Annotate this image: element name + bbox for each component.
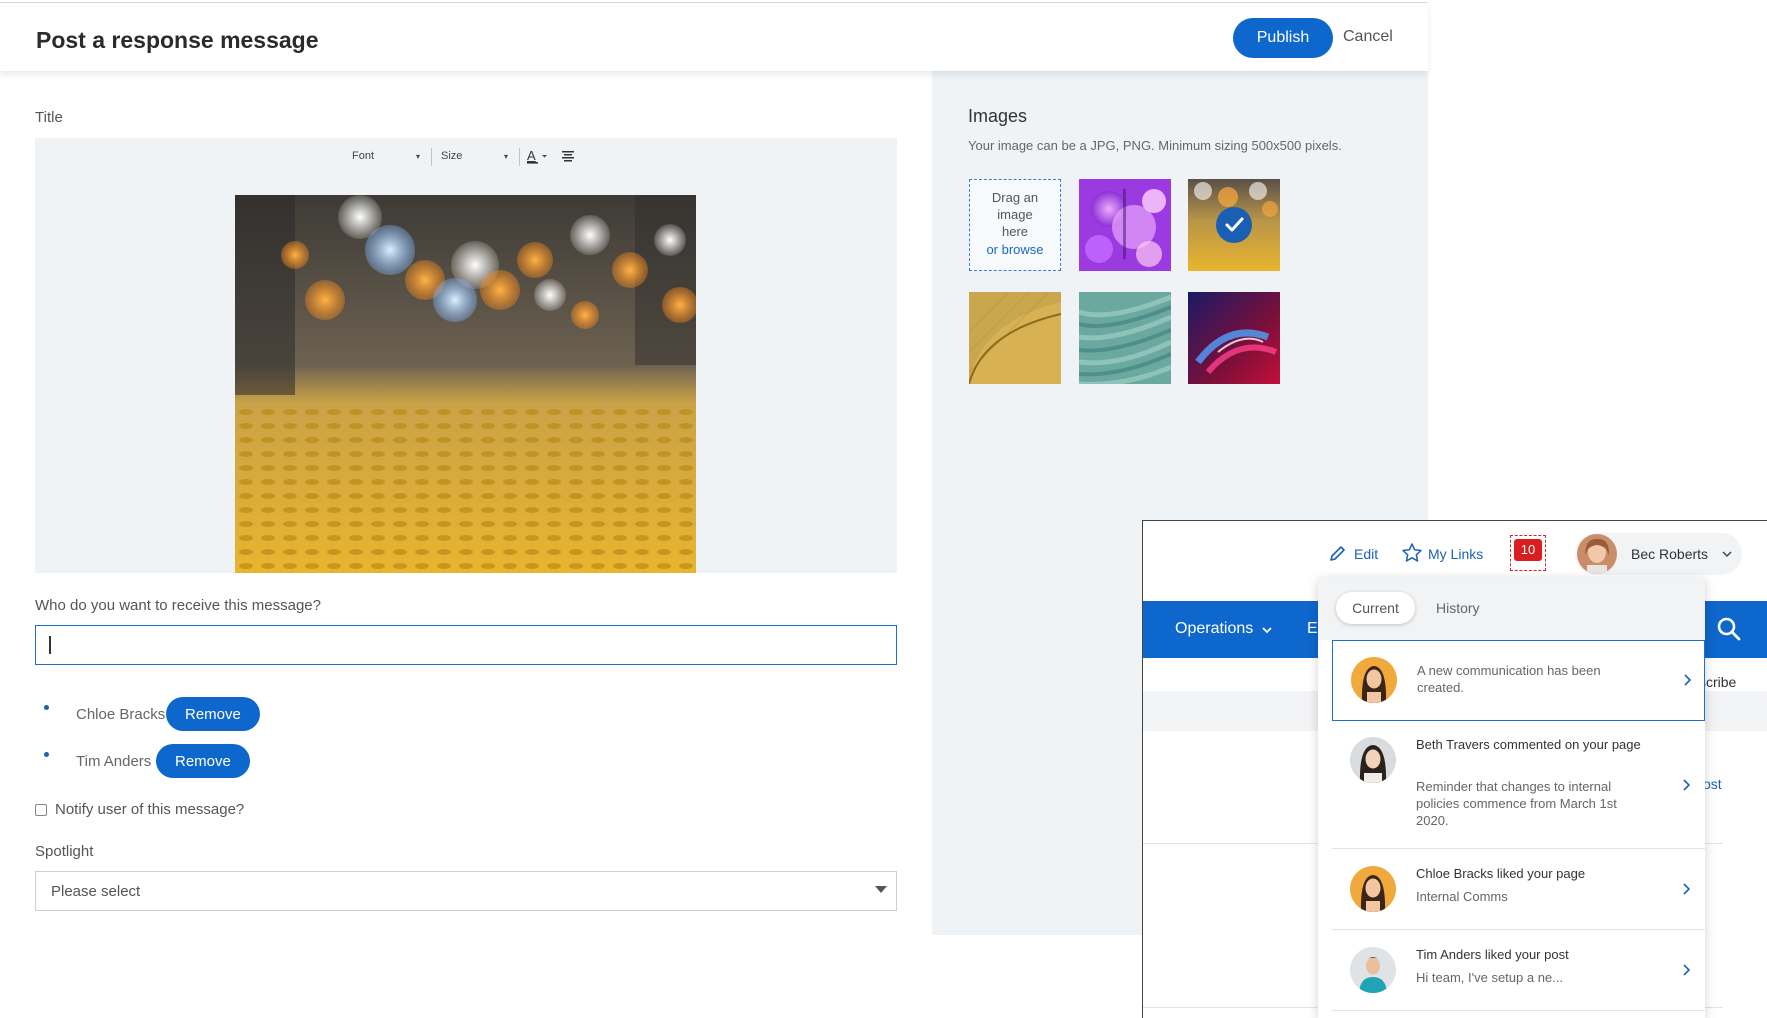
check-icon: [1216, 207, 1252, 243]
images-title: Images: [968, 106, 1028, 126]
notification-count-badge: 10: [1514, 539, 1542, 561]
notification-title: Beth Travers commented on your page: [1416, 737, 1641, 752]
chevron-down-icon: [1721, 547, 1733, 565]
svg-text:A: A: [527, 148, 536, 163]
spotlight-select[interactable]: Please select: [35, 871, 897, 911]
chevron-right-icon: [1680, 882, 1692, 901]
avatar: [1351, 657, 1397, 703]
notify-label: Notify user of this message?: [55, 801, 245, 818]
recipient-name: Tim Anders: [76, 753, 152, 770]
tab-history[interactable]: History: [1436, 592, 1496, 624]
edit-icon[interactable]: [1328, 543, 1348, 566]
notify-checkbox[interactable]: [35, 804, 47, 816]
toolbar-separator: [431, 148, 432, 166]
notification-item[interactable]: Beth Travers commented on your page Remi…: [1332, 721, 1705, 849]
size-caret-icon: ▾: [504, 152, 509, 161]
dropdown-arrow-icon: [875, 886, 887, 893]
align-center-icon[interactable]: [561, 149, 575, 168]
font-caret-icon: ▾: [416, 152, 421, 161]
post-link[interactable]: ost: [1703, 776, 1722, 792]
notification-item[interactable]: Chloe Bracks liked your page Internal Co…: [1332, 849, 1705, 930]
browse-link[interactable]: or browse: [970, 241, 1060, 258]
images-hint: Your image can be a JPG, PNG. Minimum si…: [968, 138, 1342, 153]
notification-item[interactable]: A new communication has been created.: [1332, 640, 1705, 721]
drop-text: here: [1001, 224, 1029, 239]
publish-button[interactable]: Publish: [1233, 18, 1333, 58]
size-dropdown[interactable]: Size: [441, 150, 462, 162]
chevron-right-icon: [1680, 963, 1692, 982]
user-name: Bec Roberts: [1631, 546, 1709, 562]
title-field-label: Title: [35, 109, 63, 126]
notification-body: A new communication has been created.: [1417, 663, 1601, 695]
image-thumbnail-gold[interactable]: [969, 292, 1061, 384]
notification-title: Tim Anders liked your post: [1416, 947, 1569, 962]
font-dropdown[interactable]: Font: [352, 150, 374, 162]
spotlight-selected-value: Please select: [51, 883, 141, 900]
cancel-button[interactable]: Cancel: [1343, 28, 1393, 46]
notifications-dropdown: Current History A new communication has …: [1318, 578, 1705, 1018]
notification-item[interactable]: Tim Anders liked your post Hi team, I've…: [1332, 930, 1705, 1011]
notification-body: Hi team, I've setup a ne...: [1416, 970, 1563, 985]
editor-header: Post a response message Publish Cancel: [0, 3, 1428, 71]
search-icon[interactable]: [1716, 616, 1742, 647]
bokeh-street-image: [235, 195, 696, 573]
image-thumbnail-teal[interactable]: [1079, 292, 1171, 384]
text-cursor: [49, 636, 51, 654]
notification-bell-button[interactable]: 10: [1510, 535, 1546, 571]
avatar: [1350, 947, 1396, 993]
notification-body: Internal Comms: [1416, 889, 1508, 904]
image-thumbnail-purple[interactable]: [1079, 179, 1171, 271]
editor-toolbar: Font ▾ Size ▾ A: [35, 138, 897, 174]
nav-item-partial[interactable]: E: [1307, 620, 1318, 638]
avatar: [1350, 737, 1396, 783]
user-menu[interactable]: Bec Roberts: [1575, 533, 1742, 575]
bullet: [44, 705, 49, 710]
image-thumbnail-selected[interactable]: [1188, 179, 1280, 271]
recipient-question-label: Who do you want to receive this message?: [35, 597, 321, 614]
image-drop-zone[interactable]: Drag an image here or browse: [969, 179, 1061, 271]
drop-text: image: [997, 207, 1033, 222]
avatar: [1577, 534, 1617, 574]
remove-recipient-button[interactable]: Remove: [156, 744, 250, 778]
toolbar-separator: [519, 148, 520, 166]
star-icon[interactable]: [1401, 542, 1423, 569]
edit-link[interactable]: Edit: [1354, 546, 1378, 562]
chevron-right-icon: [1681, 673, 1693, 692]
my-links-link[interactable]: My Links: [1428, 546, 1483, 562]
nav-item-operations[interactable]: Operations: [1175, 620, 1253, 638]
tab-current[interactable]: Current: [1336, 592, 1415, 624]
chevron-right-icon: [1680, 778, 1692, 797]
image-thumbnail-neon[interactable]: [1188, 292, 1280, 384]
drop-text: Drag an: [991, 190, 1039, 205]
spotlight-label: Spotlight: [35, 843, 94, 860]
page-title: Post a response message: [36, 27, 319, 53]
notifications-window: Edit My Links 10 Bec Roberts Operations …: [1142, 520, 1767, 1018]
chevron-down-icon: [1261, 623, 1273, 641]
bullet: [44, 752, 49, 757]
avatar: [1350, 866, 1396, 912]
recipient-search-input[interactable]: [35, 625, 897, 665]
notification-title: Chloe Bracks liked your page: [1416, 866, 1586, 881]
remove-recipient-button[interactable]: Remove: [166, 697, 260, 731]
notification-body: Reminder that changes to internal polici…: [1416, 779, 1617, 828]
text-color-icon[interactable]: A: [526, 147, 550, 170]
recipient-name: Chloe Bracks: [76, 706, 166, 723]
rich-text-editor[interactable]: Font ▾ Size ▾ A: [35, 138, 897, 573]
